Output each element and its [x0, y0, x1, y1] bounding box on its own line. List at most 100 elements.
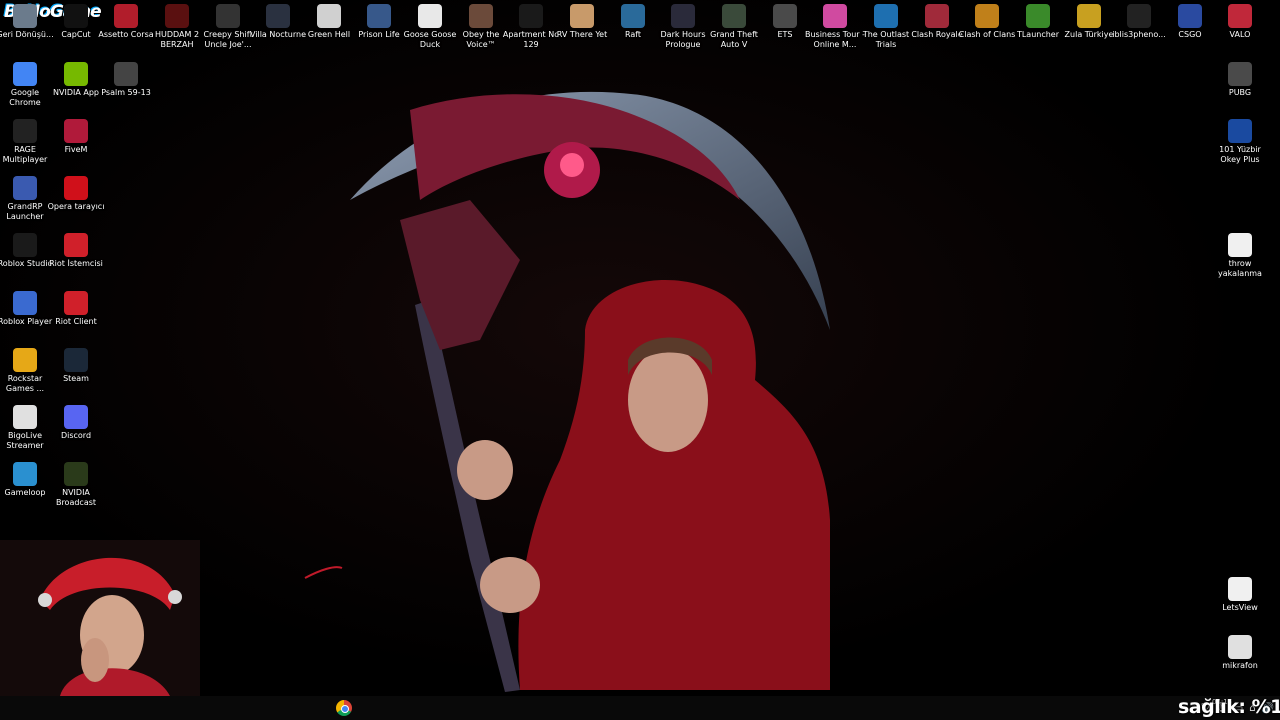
desktop-shortcut[interactable]: Geri Dönüşü... [0, 0, 54, 56]
taskbar: ˄ ⛉ 🎙 ▭ ⌂ 🔊 [0, 696, 1280, 720]
desktop-shortcut[interactable]: VALO [1215, 0, 1265, 56]
desktop-shortcut[interactable]: Roblox Player [0, 287, 52, 343]
desktop-shortcut-label: Riot İstemcisi [49, 259, 103, 268]
webcam-overlay [0, 540, 200, 696]
desktop-shortcut[interactable]: Discord [51, 401, 101, 457]
desktop-shortcut-label: Discord [60, 431, 92, 440]
capcut-icon [64, 4, 88, 28]
desktop-shortcut[interactable]: Goose Goose Duck [404, 0, 456, 56]
desktop-shortcut[interactable]: Roblox Studio [0, 229, 52, 285]
desktop-shortcut-label: PUBG [1228, 88, 1252, 97]
desktop-shortcut[interactable]: Gameloop [0, 458, 50, 514]
rv-there-yet-icon [570, 4, 594, 28]
nvidia-app-icon [64, 62, 88, 86]
desktop-shortcut[interactable]: BigoLive Streamer [0, 401, 50, 457]
opera-icon [64, 176, 88, 200]
creepy-shift-icon [216, 4, 240, 28]
desktop-shortcut-label: Steam [63, 374, 89, 383]
desktop-shortcut-label: NVIDIA Broadcast [55, 488, 97, 507]
desktop-shortcut[interactable]: RV There Yet [557, 0, 607, 56]
huddam-icon [165, 4, 189, 28]
desktop-shortcut[interactable]: throw yakalanma [1215, 229, 1265, 285]
desktop-shortcut[interactable]: Obey the Voice™ [456, 0, 506, 56]
obey-the-voice-icon [469, 4, 493, 28]
green-hell-icon [317, 4, 341, 28]
desktop-shortcut-label: VALO [1229, 30, 1251, 39]
zula-icon [1077, 4, 1101, 28]
desktop-shortcut[interactable]: RAGE Multiplayer [0, 115, 50, 171]
rage-mp-icon [13, 119, 37, 143]
desktop-shortcut[interactable]: 101 Yüzbir Okey Plus [1215, 115, 1265, 171]
desktop-shortcut[interactable]: Clash Royale [911, 0, 963, 56]
desktop-shortcut[interactable]: TLauncher [1013, 0, 1063, 56]
desktop-shortcut[interactable]: CapCut [51, 0, 101, 56]
pubg-icon [1228, 62, 1252, 86]
desktop-shortcut[interactable]: Rockstar Games ... [0, 344, 50, 400]
health-text-overlay: sağlık: %101 [1178, 696, 1280, 718]
desktop-shortcut[interactable]: Steam [51, 344, 101, 400]
desktop-shortcut[interactable]: Green Hell [304, 0, 354, 56]
desktop-shortcut-label: 101 Yüzbir Okey Plus [1219, 145, 1261, 164]
csgo-icon [1178, 4, 1202, 28]
fivem-icon [64, 119, 88, 143]
valorant-icon [1228, 4, 1252, 28]
desktop-shortcut[interactable]: Google Chrome [0, 58, 50, 114]
desktop-shortcut[interactable]: Apartment No 129 [503, 0, 559, 56]
desktop-shortcut[interactable]: Dark Hours Prologue [658, 0, 708, 56]
roblox-studio-icon [13, 233, 37, 257]
recycle-bin-icon [13, 4, 37, 28]
raft-icon [621, 4, 645, 28]
desktop-shortcut[interactable]: Opera tarayıcı [48, 172, 104, 228]
desktop-shortcut[interactable]: NVIDIA Broadcast [51, 458, 101, 514]
dark-hours-icon [671, 4, 695, 28]
bigolive-icon [13, 405, 37, 429]
psalm-icon [114, 62, 138, 86]
desktop-shortcut-label: throw yakalanma [1218, 259, 1262, 278]
rockstar-icon [13, 348, 37, 372]
desktop-shortcut[interactable]: mikrafon [1215, 631, 1265, 687]
desktop-shortcut[interactable]: PUBG [1215, 58, 1265, 114]
desktop-shortcut[interactable]: Clash of Clans [959, 0, 1015, 56]
desktop-shortcut[interactable]: Riot Client [51, 287, 101, 343]
steam-icon [64, 348, 88, 372]
desktop-shortcut[interactable]: NVIDIA App [51, 58, 101, 114]
outlast-trials-icon [874, 4, 898, 28]
business-tour-icon [823, 4, 847, 28]
gameloop-icon [13, 462, 37, 486]
tlauncher-icon [1026, 4, 1050, 28]
desktop-shortcut-label: LetsView [1222, 603, 1258, 612]
desktop-shortcut-label: Riot Client [55, 317, 97, 326]
desktop-shortcut[interactable]: ETS [760, 0, 810, 56]
desktop-shortcut[interactable]: Grand Theft Auto V [709, 0, 759, 56]
desktop-shortcut[interactable]: Creepy Shift Uncle Joe'... [203, 0, 253, 56]
riot-client-icon [64, 233, 88, 257]
desktop-shortcut[interactable]: Prison Life [354, 0, 404, 56]
desktop-shortcut[interactable]: Zula Türkiye [1064, 0, 1114, 56]
desktop-shortcut[interactable]: iblis3pheno... [1112, 0, 1166, 56]
desktop-shortcut[interactable]: Villa Nocturne [250, 0, 306, 56]
desktop-shortcut[interactable]: CSGO [1165, 0, 1215, 56]
prison-life-icon [367, 4, 391, 28]
desktop-shortcut-label: FiveM [64, 145, 88, 154]
chrome-taskbar-icon[interactable] [336, 700, 352, 716]
desktop-shortcut[interactable]: Psalm 59-13 [101, 58, 151, 114]
desktop-shortcut[interactable]: Assetto Corsa [98, 0, 154, 56]
apartment-icon [519, 4, 543, 28]
desktop-shortcut[interactable]: HUDDAM 2 BERZAH [152, 0, 202, 56]
desktop-shortcut[interactable]: GrandRP Launcher [0, 172, 50, 228]
desktop-shortcut-label: Opera tarayıcı [47, 202, 105, 211]
desktop-shortcut[interactable]: Raft [608, 0, 658, 56]
riot-client-2-icon [64, 291, 88, 315]
desktop-shortcut[interactable]: LetsView [1215, 573, 1265, 629]
desktop-shortcut[interactable]: The Outlast Trials [861, 0, 911, 56]
discord-icon [64, 405, 88, 429]
chrome-icon [13, 62, 37, 86]
audio-file-icon [1228, 635, 1252, 659]
desktop-shortcut[interactable]: Business Tour - Online M... [805, 0, 865, 56]
iblis-icon [1127, 4, 1151, 28]
villa-nocturne-icon [266, 4, 290, 28]
clash-royale-icon [925, 4, 949, 28]
desktop-shortcut[interactable]: Riot İstemcisi [49, 229, 103, 285]
desktop-shortcut[interactable]: FiveM [51, 115, 101, 171]
ets-icon [773, 4, 797, 28]
